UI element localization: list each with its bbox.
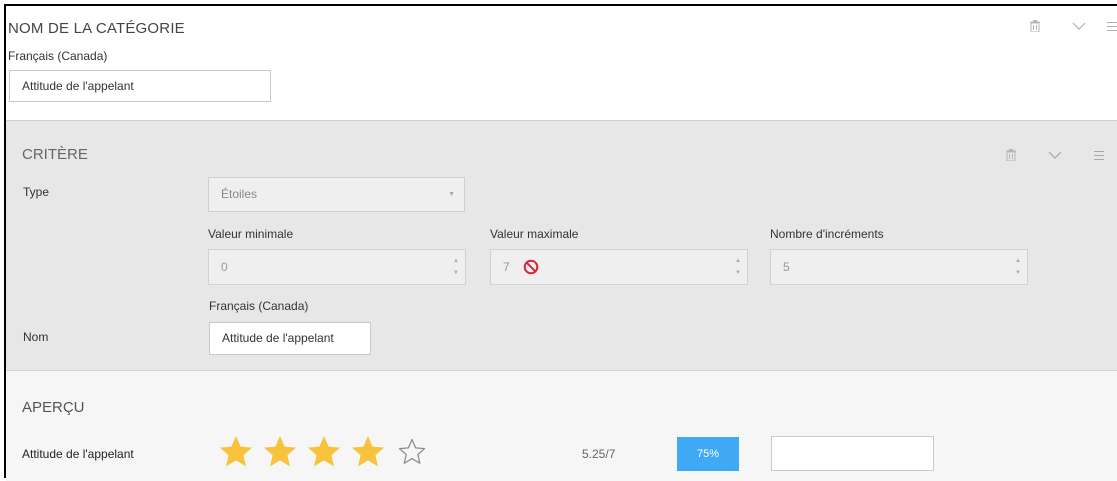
max-value-input[interactable]: 7 ▲ ▼: [490, 249, 748, 285]
category-title: NOM DE LA CATÉGORIE: [8, 20, 185, 37]
star-rating[interactable]: [218, 434, 430, 470]
percent-badge: 75%: [677, 437, 739, 471]
stepper-icon[interactable]: ▲ ▼: [452, 255, 460, 279]
stepper-icon[interactable]: ▲ ▼: [1014, 255, 1022, 279]
criterion-title: CRITÈRE: [22, 146, 88, 163]
star-filled-icon[interactable]: [262, 434, 298, 470]
criterion-name-input[interactable]: Attitude de l'appelant: [209, 322, 371, 355]
menu-icon[interactable]: [1085, 145, 1113, 165]
caret-down-icon: ▼: [448, 191, 455, 198]
increments-label: Nombre d'incréments: [770, 227, 884, 241]
type-label: Type: [23, 185, 50, 199]
type-select[interactable]: Étoiles ▼: [208, 177, 465, 212]
star-filled-icon[interactable]: [306, 434, 342, 470]
trash-icon[interactable]: [997, 145, 1025, 165]
max-value-text: 7: [503, 260, 510, 274]
stepper-icon[interactable]: ▲ ▼: [734, 255, 742, 279]
menu-icon[interactable]: [1107, 16, 1117, 36]
star-filled-icon[interactable]: [350, 434, 386, 470]
chevron-down-icon[interactable]: [1041, 145, 1069, 165]
increments-input[interactable]: 5 ▲ ▼: [770, 249, 1028, 285]
star-empty-icon[interactable]: [394, 434, 430, 470]
min-value-input[interactable]: 0 ▲ ▼: [208, 249, 466, 285]
category-section: NOM DE LA CATÉGORIE Français (Canada) At…: [6, 6, 1117, 120]
category-language-label: Français (Canada): [8, 49, 108, 63]
type-select-value: Étoiles: [221, 187, 258, 201]
name-label: Nom: [23, 330, 49, 344]
score-text: 5.25/7: [582, 447, 616, 461]
comment-input[interactable]: [771, 436, 934, 471]
preview-section: APERÇU Attitude de l'appelant 5.25/7 75%: [6, 370, 1117, 481]
preview-item-label: Attitude de l'appelant: [22, 447, 134, 461]
criterion-section: CRITÈRE Type Étoiles ▼ Valeur minimale V…: [6, 120, 1117, 371]
preview-title: APERÇU: [22, 399, 85, 416]
not-allowed-icon: [523, 259, 539, 275]
criterion-actions: [981, 145, 1113, 165]
form-frame: NOM DE LA CATÉGORIE Français (Canada) At…: [4, 4, 1117, 481]
increments-text: 5: [783, 260, 790, 274]
chevron-down-icon[interactable]: [1065, 16, 1093, 36]
trash-icon[interactable]: [1021, 16, 1049, 36]
min-value-text: 0: [221, 260, 228, 274]
min-value-label: Valeur minimale: [208, 227, 294, 241]
name-language-label: Français (Canada): [209, 299, 309, 313]
star-filled-icon[interactable]: [218, 434, 254, 470]
category-actions: [1005, 16, 1117, 36]
max-value-label: Valeur maximale: [490, 227, 579, 241]
category-name-input[interactable]: Attitude de l'appelant: [9, 70, 271, 102]
